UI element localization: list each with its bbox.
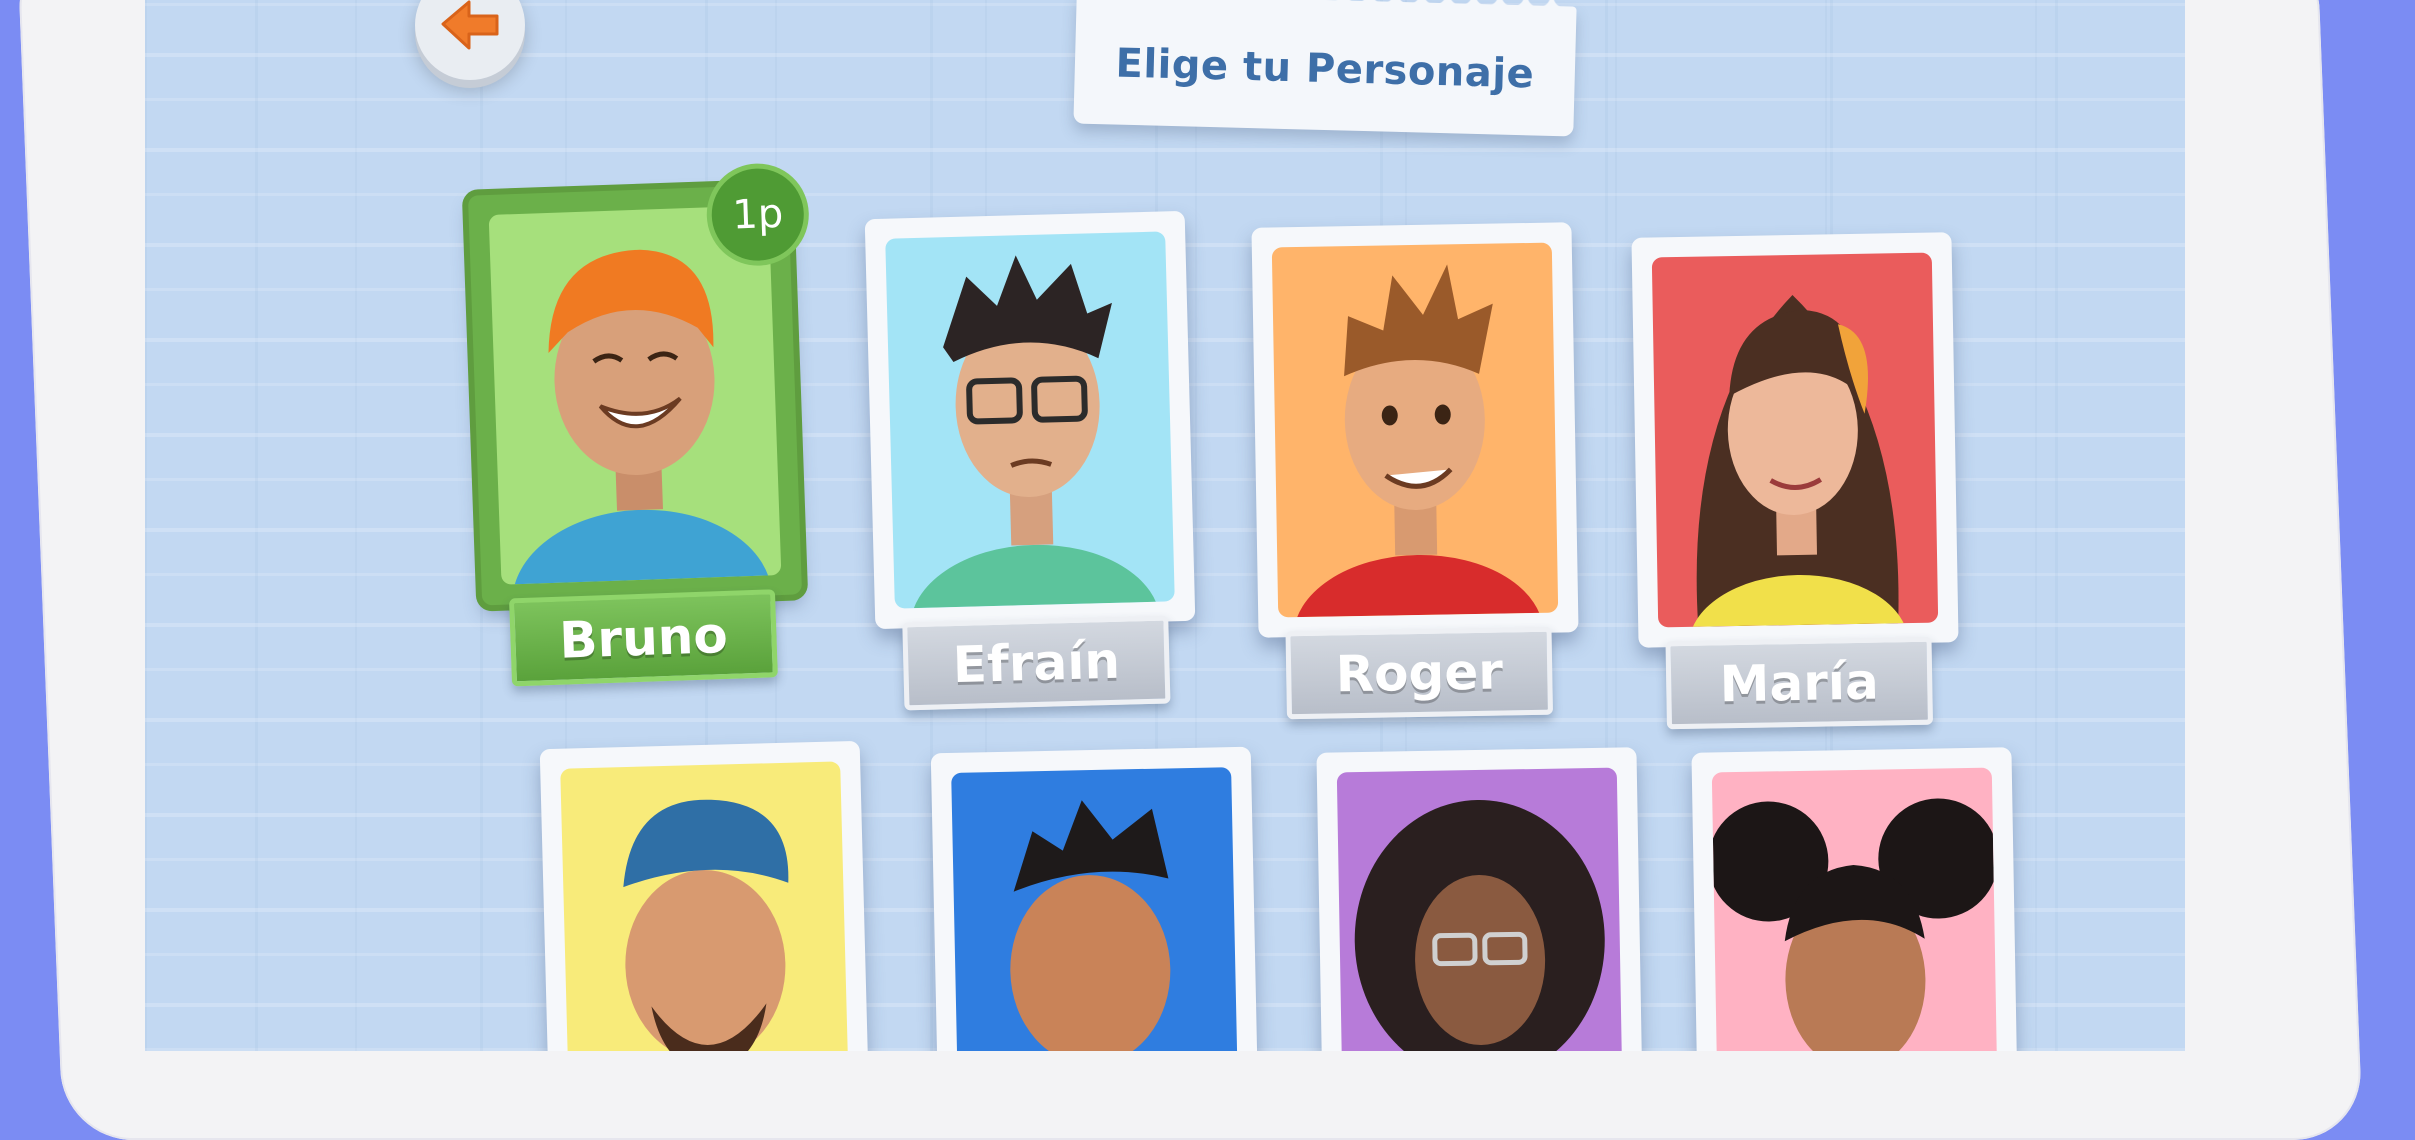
character-portrait bbox=[1711, 767, 1999, 1051]
character-portrait bbox=[1336, 767, 1624, 1051]
character-name-plate: Roger bbox=[1285, 626, 1553, 720]
character-card-bruno[interactable]: 1p Bruno bbox=[467, 161, 811, 687]
character-portrait bbox=[1271, 242, 1559, 618]
game-screen: Elige tu Personaje 1p Bruno Efraín Roger… bbox=[145, 0, 2185, 1051]
character-portrait bbox=[560, 761, 850, 1051]
title-banner: Elige tu Personaje bbox=[1073, 0, 1577, 137]
character-portrait bbox=[1651, 252, 1939, 628]
character-card-8[interactable] bbox=[1691, 747, 2019, 1051]
character-card-6[interactable] bbox=[930, 746, 1260, 1051]
character-name: María bbox=[1719, 652, 1880, 714]
page-title: Elige tu Personaje bbox=[1114, 40, 1535, 98]
player-badge-label: 1p bbox=[731, 190, 784, 239]
back-arrow-icon bbox=[441, 0, 499, 50]
character-name-plate: Efraín bbox=[902, 615, 1171, 711]
character-card-5[interactable] bbox=[539, 740, 871, 1051]
character-name-plate: Bruno bbox=[509, 589, 778, 687]
character-name-plate: María bbox=[1665, 636, 1933, 730]
character-name: Roger bbox=[1335, 642, 1504, 704]
character-name: Efraín bbox=[952, 631, 1121, 695]
character-portrait bbox=[885, 231, 1175, 609]
character-card-roger[interactable]: Roger bbox=[1251, 222, 1579, 720]
character-card-efrain[interactable]: Efraín bbox=[864, 210, 1196, 711]
character-card-7[interactable] bbox=[1316, 747, 1644, 1051]
character-card-maria[interactable]: María bbox=[1631, 232, 1959, 730]
character-name: Bruno bbox=[558, 605, 729, 670]
character-portrait bbox=[951, 767, 1239, 1051]
character-portrait bbox=[488, 205, 782, 585]
